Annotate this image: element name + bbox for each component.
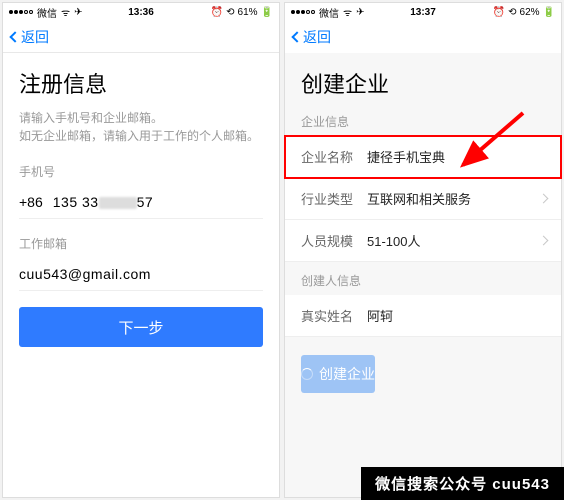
nav-bar: 返回	[3, 21, 279, 53]
real-name-row[interactable]: 真实姓名 阿轲	[285, 295, 561, 337]
chevron-left-icon	[9, 31, 20, 42]
chevron-left-icon	[291, 31, 302, 42]
page-subtitle: 请输入手机号和企业邮箱。 如无企业邮箱，请输入用于工作的个人邮箱。	[19, 109, 263, 145]
status-bar: 微信 ᯤ ✈ 13:37 ⏰ ⟲ 62% 🔋	[285, 3, 561, 21]
industry-value: 互联网和相关服务	[367, 189, 545, 208]
real-name-label: 真实姓名	[301, 306, 367, 325]
back-label: 返回	[21, 27, 49, 47]
create-company-label: 创建企业	[319, 364, 375, 384]
back-button[interactable]: 返回	[293, 27, 331, 47]
content: 创建企业 企业信息 企业名称 捷径手机宝典 行业类型 互联网和相关服务 人员规模…	[285, 53, 561, 497]
clock-label: 13:37	[410, 7, 436, 18]
wifi-icon: ᯤ	[343, 5, 352, 19]
battery-icon: 🔋	[261, 7, 273, 18]
signal-icon	[9, 10, 33, 14]
nav-bar: 返回	[285, 21, 561, 53]
scale-label: 人员规模	[301, 231, 367, 250]
company-name-row[interactable]: 企业名称 捷径手机宝典	[285, 136, 561, 178]
spinner-icon	[301, 368, 313, 380]
scale-row[interactable]: 人员规模 51-100人	[285, 220, 561, 262]
scale-value: 51-100人	[367, 231, 545, 250]
company-name-label: 企业名称	[301, 147, 367, 166]
phone-left: 微信 ᯤ ✈ 13:36 ⏰ ⟲ 61% 🔋 返回 注册信息 请输入手机号和企业…	[2, 2, 280, 498]
battery-label: 62%	[520, 7, 540, 18]
email-label: 工作邮箱	[19, 235, 263, 252]
content: 注册信息 请输入手机号和企业邮箱。 如无企业邮箱，请输入用于工作的个人邮箱。 手…	[3, 53, 279, 497]
email-field[interactable]: cuu543@gmail.com	[19, 258, 263, 291]
phone-value: 135 3357	[53, 194, 263, 210]
plane-icon: ✈	[356, 7, 364, 18]
section-company-info: 企业信息	[285, 109, 561, 136]
alarm-icon: ⏰	[493, 7, 505, 18]
status-bar: 微信 ᯤ ✈ 13:36 ⏰ ⟲ 61% 🔋	[3, 3, 279, 21]
phone-right: 微信 ᯤ ✈ 13:37 ⏰ ⟲ 62% 🔋 返回 创建企业 企业信息 企业名称	[284, 2, 562, 498]
create-company-button[interactable]: 创建企业	[301, 355, 375, 393]
page-title: 创建企业	[285, 67, 561, 99]
rotation-lock-icon: ⟲	[226, 7, 234, 18]
section-creator-info: 创建人信息	[285, 268, 561, 295]
page-title: 注册信息	[19, 67, 263, 99]
phone-field[interactable]: +86 135 3357	[19, 186, 263, 219]
plane-icon: ✈	[74, 7, 82, 18]
blurred-digits	[99, 197, 137, 209]
industry-row[interactable]: 行业类型 互联网和相关服务	[285, 178, 561, 220]
industry-label: 行业类型	[301, 189, 367, 208]
alarm-icon: ⏰	[211, 7, 223, 18]
battery-icon: 🔋	[543, 7, 555, 18]
promo-banner: 微信搜索公众号 cuu543	[361, 467, 564, 500]
phone-label: 手机号	[19, 163, 263, 180]
back-button[interactable]: 返回	[11, 27, 49, 47]
back-label: 返回	[303, 27, 331, 47]
next-button[interactable]: 下一步	[19, 307, 263, 347]
real-name-value: 阿轲	[367, 306, 545, 325]
clock-label: 13:36	[128, 7, 154, 18]
rotation-lock-icon: ⟲	[508, 7, 516, 18]
email-value: cuu543@gmail.com	[19, 266, 263, 282]
wifi-icon: ᯤ	[61, 5, 70, 19]
phone-prefix: +86	[19, 194, 43, 210]
battery-label: 61%	[238, 7, 258, 18]
next-button-label: 下一步	[118, 317, 163, 338]
signal-icon	[291, 10, 315, 14]
company-name-value: 捷径手机宝典	[367, 147, 545, 166]
carrier-label: 微信	[319, 5, 339, 20]
carrier-label: 微信	[37, 5, 57, 20]
